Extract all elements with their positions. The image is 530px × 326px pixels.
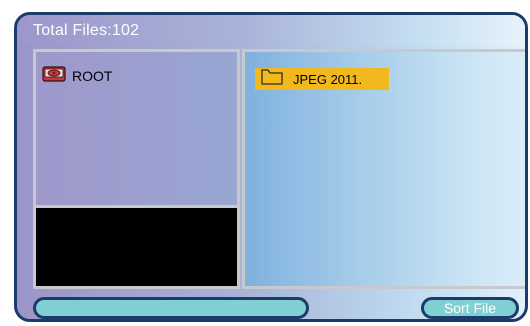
root-drive-item[interactable]: ROOT — [42, 64, 112, 87]
folder-label: JPEG 2011. — [293, 71, 363, 87]
list-item[interactable]: JPEG 2011. — [255, 68, 389, 90]
title-bar: Total Files:102 — [17, 15, 525, 45]
status-bar — [33, 297, 309, 319]
directory-pane: ROOT — [33, 49, 240, 205]
drive-icon — [42, 64, 66, 87]
root-label: ROOT — [72, 67, 113, 84]
preview-area — [33, 205, 240, 289]
folder-icon — [261, 68, 283, 90]
sort-file-button[interactable]: Sort File — [421, 297, 519, 319]
file-list-pane: JPEG 2011. — [242, 49, 525, 289]
file-browser-window: Total Files:102 ROOT JPEG 2011. Sort Fil… — [14, 12, 528, 322]
total-files-title: Total Files:102 — [33, 22, 140, 39]
